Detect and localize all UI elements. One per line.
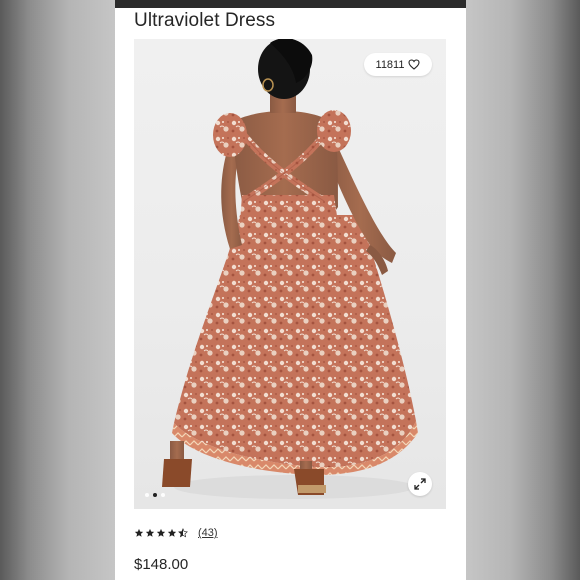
- product-photo: [162, 39, 418, 499]
- star-rating: [134, 528, 188, 538]
- product-screen: Ultraviolet Dress 11811 (43) $148.00: [115, 0, 466, 580]
- gallery-pagination: [145, 493, 165, 497]
- half-star-icon: [178, 528, 188, 538]
- rating-row: (43): [134, 527, 218, 539]
- gallery-dot-active[interactable]: [153, 493, 157, 497]
- product-price: $148.00: [134, 556, 189, 573]
- status-bar-strip: [115, 0, 466, 8]
- gallery-dot[interactable]: [145, 493, 149, 497]
- review-count-link[interactable]: (43): [198, 527, 218, 539]
- like-count: 11811: [375, 58, 405, 71]
- expand-image-button[interactable]: [408, 472, 432, 496]
- star-icon: [145, 528, 155, 537]
- star-icon: [134, 528, 144, 537]
- product-gallery[interactable]: 11811: [134, 39, 446, 509]
- heart-icon: [408, 59, 421, 70]
- gallery-dot[interactable]: [161, 493, 165, 497]
- expand-icon: [414, 478, 426, 490]
- star-icon: [156, 528, 166, 537]
- product-title: Ultraviolet Dress: [134, 10, 276, 31]
- star-icon: [167, 528, 177, 537]
- like-button[interactable]: 11811: [364, 53, 432, 76]
